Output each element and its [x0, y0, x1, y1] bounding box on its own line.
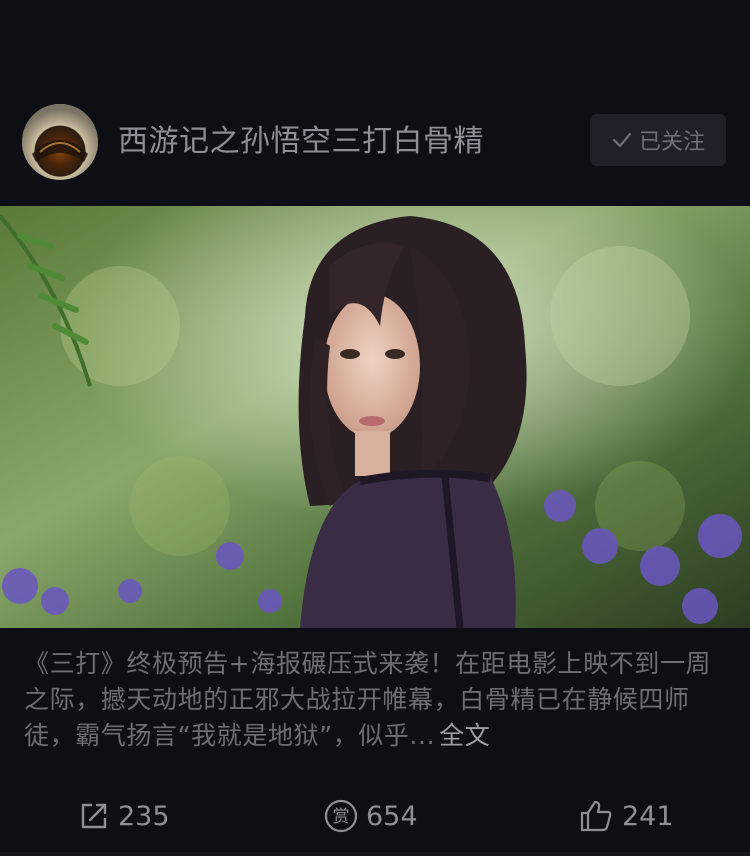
- check-icon: [611, 129, 633, 151]
- post-description: 《三打》终极预告+海报碾压式来袭！在距电影上映不到一周之际，撼天动地的正邪大战拉…: [24, 646, 730, 754]
- author-name[interactable]: 西游记之孙悟空三打白骨精: [118, 120, 484, 164]
- reward-count: 654: [366, 800, 418, 832]
- read-more-link[interactable]: 全文: [439, 721, 490, 750]
- like-button[interactable]: 241: [578, 788, 674, 844]
- reward-icon: 赏: [324, 799, 358, 833]
- reward-icon-glyph: 赏: [333, 807, 350, 827]
- thumbs-up-icon: [578, 799, 614, 833]
- post-header: 西游记之孙悟空三打白骨精 已关注: [0, 100, 750, 186]
- reward-button[interactable]: 赏 654: [324, 788, 418, 844]
- description-text: 《三打》终极预告+海报碾压式来袭！在距电影上映不到一周之际，撼天动地的正邪大战拉…: [24, 649, 712, 750]
- post-image[interactable]: [0, 206, 750, 628]
- like-count: 241: [622, 800, 674, 832]
- action-bar: 235 赏 654 241: [0, 788, 750, 844]
- divider: [0, 852, 750, 856]
- share-button[interactable]: 235: [78, 788, 170, 844]
- follow-button[interactable]: 已关注: [590, 114, 726, 166]
- author-avatar[interactable]: [22, 104, 98, 180]
- follow-label: 已关注: [638, 130, 705, 155]
- share-icon: [78, 800, 110, 832]
- share-count: 235: [118, 800, 170, 832]
